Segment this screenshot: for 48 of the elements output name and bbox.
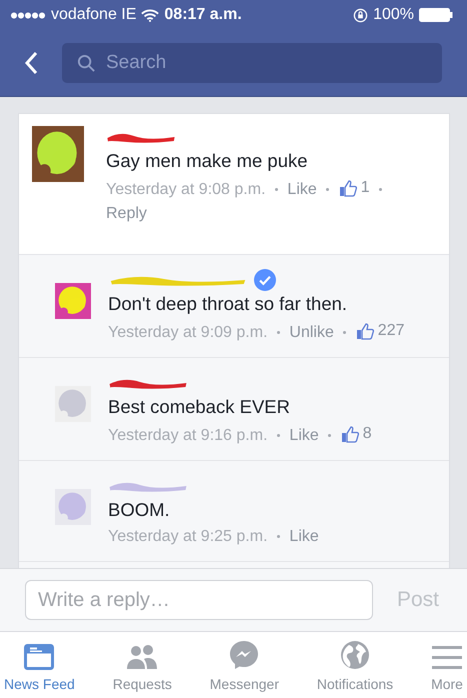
comment-time: Yesterday at 9:09 p.m. — [108, 324, 268, 341]
battery-percent: 100% — [373, 6, 414, 24]
thumbs-up-icon — [338, 179, 357, 197]
tab-button[interactable]: Notifications — [316, 632, 394, 698]
like-link[interactable]: Like — [287, 181, 317, 198]
like-link[interactable]: Like — [289, 528, 319, 545]
carrier-name: vodafone IE — [51, 6, 136, 24]
news-feed-icon — [24, 644, 54, 670]
separator-dot — [326, 188, 330, 192]
tab-button[interactable]: Requests — [112, 632, 172, 698]
back-button[interactable] — [22, 49, 40, 77]
like-count: 1 — [360, 178, 370, 198]
like-count: 8 — [362, 424, 372, 444]
thumbs-up-icon — [340, 425, 359, 443]
like-count: 227 — [378, 321, 404, 341]
rotation-lock-icon — [353, 8, 368, 22]
signal-icon — [10, 12, 46, 18]
comment-text: Best comeback EVER — [108, 396, 291, 418]
comment-text: Don't deep throat so far then. — [108, 293, 348, 315]
clock-time: 08:17 a.m. — [164, 6, 242, 24]
comment-text: BOOM. — [108, 499, 171, 521]
menu-icon — [432, 644, 462, 670]
separator-dot — [274, 188, 278, 192]
separator-dot — [276, 535, 280, 538]
globe-icon — [340, 640, 370, 670]
like-link[interactable]: Like — [289, 427, 319, 444]
wifi-icon — [141, 8, 160, 22]
search-field[interactable]: Search — [62, 43, 442, 83]
search-icon — [77, 54, 96, 73]
tab-button[interactable]: Messenger — [210, 632, 280, 698]
reply-link[interactable]: Reply — [106, 205, 147, 222]
separator-dot — [343, 331, 346, 334]
like-link[interactable]: Unlike — [289, 324, 334, 341]
messenger-icon — [229, 640, 260, 670]
comment-text: Gay men make me puke — [106, 150, 309, 172]
comment-time: Yesterday at 9:25 p.m. — [108, 528, 268, 545]
comment-time: Yesterday at 9:16 p.m. — [108, 427, 268, 444]
comment-time: Yesterday at 9:08 p.m. — [106, 181, 266, 198]
separator-dot — [276, 331, 280, 334]
thumbs-up-icon — [356, 322, 374, 340]
tab-button[interactable]: More — [431, 632, 463, 698]
people-icon — [126, 644, 158, 670]
separator-dot — [328, 434, 332, 438]
separator-dot — [276, 434, 280, 438]
separator-dot — [379, 188, 382, 192]
reply-field[interactable]: Write a reply… — [25, 580, 373, 620]
battery-icon — [419, 8, 453, 22]
tab-button[interactable]: News Feed — [4, 632, 75, 698]
